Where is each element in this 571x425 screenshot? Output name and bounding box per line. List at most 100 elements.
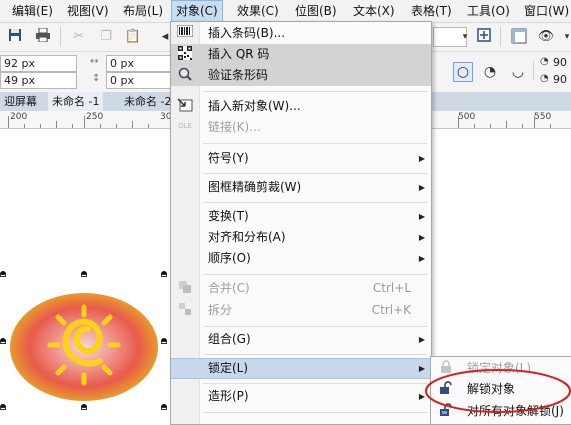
end-angle-icon: ◔ <box>540 73 549 84</box>
menu-bar: 编辑(E) 视图(V) 布局(L) 对象(C) 效果(C) 位图(B) 文本(X… <box>0 0 571 23</box>
menu-table[interactable]: 表格(T) <box>407 0 456 22</box>
toolbar-separator <box>60 27 61 47</box>
menu-object[interactable]: 对象(C) <box>171 0 223 22</box>
height-field[interactable]: 0 px <box>106 72 173 89</box>
selection-handle[interactable] <box>0 404 7 411</box>
ruler-label: 550 <box>534 112 552 122</box>
submenu-arrow-icon: ▶ <box>418 212 425 221</box>
menu-text[interactable]: 文本(X) <box>349 0 399 22</box>
menu-separator <box>203 173 427 174</box>
ruler-tick <box>100 124 101 128</box>
menu-item-insert-qr-code[interactable]: 插入 QR 码 <box>171 44 431 65</box>
menu-item-align-distribute[interactable]: 对齐和分布(A) ▶ <box>171 227 431 248</box>
menu-separator <box>203 354 427 355</box>
ruler-tick <box>522 124 523 128</box>
ruler-tick <box>132 121 133 128</box>
ruler-tick <box>506 121 507 128</box>
selection-handle[interactable] <box>161 271 168 278</box>
menu-item-group[interactable]: 组合(G) ▶ <box>171 329 431 350</box>
zoom-dropdown-icon[interactable]: ▾ <box>456 28 474 46</box>
pie-shape-icon[interactable]: ◔ <box>480 62 500 82</box>
submenu-arrow-icon: ▶ <box>418 233 425 242</box>
menu-effects[interactable]: 效果(C) <box>233 0 283 22</box>
submenu-arrow-icon: ▶ <box>418 335 425 344</box>
start-angle-value[interactable]: 90 <box>553 56 567 69</box>
height-icon: ↕ <box>92 73 101 84</box>
ruler-tick <box>534 116 535 128</box>
selection-handle[interactable] <box>81 271 88 278</box>
ruler-label: 500 <box>458 112 476 122</box>
barcode-icon <box>176 24 194 42</box>
menu-item-shaping[interactable]: 造形(P) ▶ <box>171 386 431 407</box>
menu-edit[interactable]: 编辑(E) <box>8 0 57 22</box>
tab-untitled-1[interactable]: 未命名 -1 <box>48 92 104 111</box>
menu-bitmap[interactable]: 位图(B) <box>291 0 341 22</box>
menu-item-insert-new-object[interactable]: 插入新对象(W)... <box>171 96 431 117</box>
toolbar-separator <box>500 27 501 47</box>
paste-icon[interactable]: 📋 <box>124 28 142 46</box>
menu-separator <box>203 383 427 384</box>
menu-separator <box>203 91 427 92</box>
menu-item-symbol[interactable]: 符号(Y) ▶ <box>171 148 431 169</box>
ruler-tick <box>550 124 551 128</box>
selection-handle[interactable] <box>161 404 168 411</box>
selection-handle[interactable] <box>0 338 7 345</box>
copy-icon[interactable]: ❐ <box>97 28 115 46</box>
object-menu: 插入条码(B)... 插入 QR 码 验证条形码 插入新对象(W)... OLE… <box>170 21 432 425</box>
end-angle-value[interactable]: 90 <box>553 73 567 86</box>
ruler-tick <box>24 124 25 128</box>
menu-separator <box>203 143 427 144</box>
insert-object-icon <box>176 98 194 115</box>
width-field[interactable]: 0 px <box>106 55 173 72</box>
y-position-field[interactable]: 49 px <box>0 72 77 89</box>
menu-window[interactable]: 窗口(W) <box>520 0 571 22</box>
ruler-label: 250 <box>86 112 104 122</box>
start-angle-icon: ◔ <box>540 56 549 67</box>
full-screen-icon[interactable] <box>475 28 493 46</box>
combine-icon <box>176 280 194 297</box>
arc-shape-icon[interactable]: ◡ <box>508 62 528 82</box>
save-icon[interactable] <box>6 28 24 46</box>
ruler-tick <box>458 116 459 128</box>
ruler-tick <box>72 124 73 128</box>
menu-separator <box>203 202 427 203</box>
tab-welcome-screen[interactable]: 迎屏幕 <box>0 92 41 111</box>
menu-item-insert-barcode[interactable]: 插入条码(B)... <box>171 23 431 44</box>
ellipse-shape-icon[interactable]: ○ <box>453 62 473 82</box>
menu-separator <box>203 412 427 413</box>
cut-icon[interactable]: ✂ <box>70 28 88 46</box>
selection-handle[interactable] <box>0 271 7 278</box>
ruler-tick <box>40 124 41 128</box>
submenu-arrow-icon: ▶ <box>418 254 425 263</box>
menu-item-transform[interactable]: 变换(T) ▶ <box>171 206 431 227</box>
ruler-label: 200 <box>10 112 28 122</box>
menu-layout[interactable]: 布局(L) <box>119 0 167 22</box>
propbar-separator <box>533 60 534 80</box>
menu-item-powerclip[interactable]: 图框精确剪裁(W) ▶ <box>171 177 431 198</box>
selection-handle[interactable] <box>161 338 168 345</box>
menu-item-order[interactable]: 顺序(O) ▶ <box>171 248 431 269</box>
ruler-tick <box>84 116 85 128</box>
menu-item-combine[interactable]: 合并(C) Ctrl+L <box>171 278 431 299</box>
break-apart-icon <box>176 302 194 319</box>
menu-item-lock[interactable]: 锁定(L) ▶ <box>171 358 431 379</box>
print-icon[interactable] <box>34 27 52 46</box>
menu-item-verify-barcode[interactable]: 验证条形码 <box>171 65 431 86</box>
tab-untitled-2[interactable]: 未命名 -2 <box>120 92 175 111</box>
menu-tools[interactable]: 工具(O) <box>463 0 514 22</box>
view-icon[interactable]: 👁 <box>537 28 555 46</box>
shortcut-text: Ctrl+L <box>372 281 411 295</box>
selection-handle[interactable] <box>81 404 88 411</box>
ruler-tick <box>8 116 9 128</box>
submenu-arrow-icon: ▶ <box>418 183 425 192</box>
rulers-icon[interactable] <box>510 28 528 46</box>
menu-item-links[interactable]: OLE 链接(K)... <box>171 117 431 138</box>
magnifier-icon <box>176 67 194 84</box>
ruler-tick <box>490 124 491 128</box>
view-dropdown-icon[interactable]: ▾ <box>558 28 571 46</box>
qr-code-icon <box>176 46 194 63</box>
x-position-field[interactable]: 92 px <box>0 55 77 72</box>
menu-view[interactable]: 视图(V) <box>63 0 113 22</box>
menu-item-break-apart[interactable]: 拆分 Ctrl+K <box>171 300 431 321</box>
ruler-tick <box>116 124 117 128</box>
